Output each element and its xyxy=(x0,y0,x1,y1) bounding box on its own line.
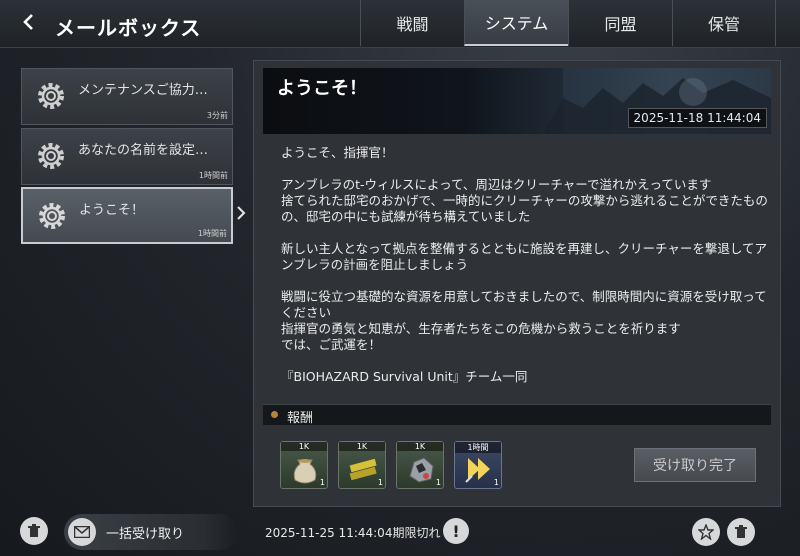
mail-paragraph: アンブレラのt-ウィルスによって、周辺はクリーチャーで溢れかえっています 捨てら… xyxy=(281,177,768,224)
mail-body: ようこそ、指揮官！ アンブレラのt-ウィルスによって、周辺はクリーチャーで溢れか… xyxy=(281,145,771,401)
bulk-claim-button[interactable]: 一括受け取り xyxy=(64,514,238,550)
reward-count: 1 xyxy=(319,478,325,487)
star-icon xyxy=(698,524,714,540)
mail-paragraph: 新しい主人となって拠点を整備するとともに施設を再建し、クリーチャーを撃退してアン… xyxy=(281,241,768,272)
trash-icon xyxy=(735,525,747,538)
tab-system[interactable]: システム xyxy=(464,0,568,46)
trash-icon xyxy=(28,524,40,537)
reward-amount: 1K xyxy=(339,442,385,451)
mail-item-selected[interactable]: ようこそ！ 1時間前 xyxy=(21,187,233,244)
mail-title: ようこそ！ xyxy=(277,78,367,99)
reward-item[interactable]: 1K 1 xyxy=(396,441,444,489)
speedup-icon xyxy=(465,458,490,483)
mail-time: 3分前 xyxy=(206,111,228,120)
expiry-text: 2025-11-25 11:44:04期限切れ xyxy=(265,526,441,540)
reward-amount: 1K xyxy=(397,442,443,451)
bullet-icon xyxy=(271,411,278,418)
chevron-left-icon[interactable] xyxy=(22,12,42,38)
reward-item[interactable]: 1K 1 xyxy=(338,441,386,489)
mail-date: 2025-11-18 11:44:04 xyxy=(627,108,767,128)
reward-count: 1 xyxy=(377,478,383,487)
tab-storage[interactable]: 保管 xyxy=(672,0,776,46)
favorite-button[interactable] xyxy=(692,518,720,546)
envelope-icon xyxy=(68,518,96,546)
tab-bar: 戦闘 システム 同盟 保管 xyxy=(360,0,776,46)
mail-item[interactable]: あなたの名前を設定… 1時間前 xyxy=(21,128,233,185)
gear-icon xyxy=(39,203,65,229)
reward-label: 報酬 xyxy=(287,411,314,426)
mail-time: 1時間前 xyxy=(197,229,227,238)
gear-icon xyxy=(38,83,64,109)
reward-list: 1K 1 1K 1 1K 1 1時間 1 xyxy=(280,441,502,489)
reward-amount: 1K xyxy=(281,442,327,451)
mail-paragraph: 戦闘に役立つ基礎的な資源を用意しておきましたので、制限時間内に資源を受け取ってく… xyxy=(281,289,767,352)
mail-subject: ようこそ！ xyxy=(79,203,145,218)
tab-battle[interactable]: 戦闘 xyxy=(360,0,464,46)
reward-item[interactable]: 1K 1 xyxy=(280,441,328,489)
delete-mail-button[interactable] xyxy=(727,518,755,546)
reward-item[interactable]: 1時間 1 xyxy=(454,441,502,489)
top-bar: メールボックス 戦闘 システム 同盟 保管 xyxy=(0,0,800,48)
lumber-icon xyxy=(349,458,377,481)
delete-read-button[interactable] xyxy=(20,517,48,545)
reward-header: 報酬 xyxy=(263,404,771,426)
food-sack-icon xyxy=(293,459,317,484)
mail-time: 1時間前 xyxy=(198,171,228,180)
chevron-right-icon xyxy=(236,205,246,225)
mail-subject: あなたの名前を設定… xyxy=(78,143,209,158)
page-title: メールボックス xyxy=(55,16,202,40)
mail-paragraph: ようこそ、指揮官！ xyxy=(281,145,394,160)
exclamation-icon[interactable]: ! xyxy=(443,518,469,544)
bulk-claim-label: 一括受け取り xyxy=(106,527,185,542)
mail-item[interactable]: メンテナンスご協力… 3分前 xyxy=(21,68,233,125)
mail-banner: ようこそ！ 2025-11-18 11:44:04 xyxy=(263,68,771,134)
tab-alliance[interactable]: 同盟 xyxy=(568,0,672,46)
claim-complete-button[interactable]: 受け取り完了 xyxy=(634,448,756,482)
mail-detail-panel: ようこそ！ 2025-11-18 11:44:04 ようこそ、指揮官！ アンブレ… xyxy=(253,60,781,507)
reward-count: 1 xyxy=(435,478,441,487)
mail-subject: メンテナンスご協力… xyxy=(78,83,208,98)
gear-icon xyxy=(38,143,64,169)
ore-icon xyxy=(409,457,434,483)
mail-signature: 『BIOHAZARD Survival Unit』チーム一同 xyxy=(281,369,528,384)
reward-count: 1 xyxy=(493,478,499,487)
